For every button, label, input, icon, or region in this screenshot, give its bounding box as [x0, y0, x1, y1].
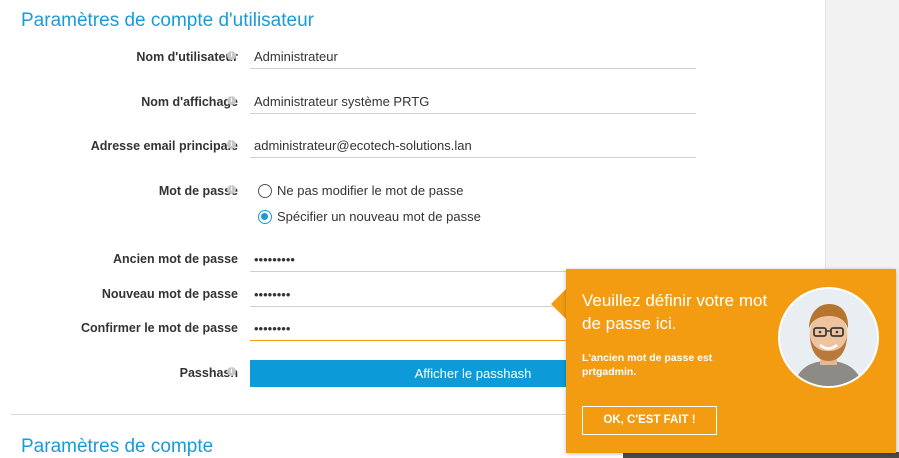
info-icon[interactable]: i: [227, 185, 236, 194]
tooltip-title: Veuillez définir votre mot de passe ici.: [582, 291, 768, 333]
info-icon[interactable]: i: [227, 51, 236, 60]
radio-new-password[interactable]: Spécifier un nouveau mot de passe: [258, 209, 481, 224]
old-password-field[interactable]: [250, 248, 568, 272]
radio-label: Ne pas modifier le mot de passe: [277, 183, 464, 198]
info-icon[interactable]: i: [227, 96, 236, 105]
tooltip-ok-button[interactable]: OK, C'EST FAIT !: [582, 406, 717, 435]
email-field[interactable]: [250, 134, 696, 158]
label-username: Nom d'utilisateur: [136, 50, 238, 64]
username-field[interactable]: [250, 45, 696, 69]
label-old-password: Ancien mot de passe: [112, 252, 238, 266]
radio-button[interactable]: [258, 183, 272, 198]
info-icon[interactable]: i: [227, 367, 236, 376]
tooltip-text: L'ancien mot de passe est prtgadmin.: [582, 352, 713, 378]
avatar-photo: [780, 289, 877, 386]
new-password-field[interactable]: [250, 283, 568, 307]
section-title-account-settings: Paramètres de compte: [21, 436, 214, 457]
section-title-user-settings: Paramètres de compte d'utilisateur: [21, 10, 314, 31]
radio-label: Spécifier un nouveau mot de passe: [277, 209, 481, 224]
display-name-field[interactable]: [250, 90, 696, 114]
password-hint-tooltip: Veuillez définir votre mot de passe ici.…: [566, 269, 896, 453]
radio-keep-password[interactable]: Ne pas modifier le mot de passe: [258, 183, 463, 198]
label-password: Mot de passe: [158, 184, 238, 198]
info-icon[interactable]: i: [227, 140, 236, 149]
label-display-name: Nom d'affichage: [141, 95, 238, 109]
confirm-password-field[interactable]: [250, 317, 568, 341]
avatar: [780, 289, 877, 386]
label-email: Adresse email principale: [90, 139, 238, 153]
label-confirm-password: Confirmer le mot de passe: [81, 321, 238, 335]
radio-button-checked[interactable]: [258, 209, 272, 224]
label-new-password: Nouveau mot de passe: [101, 287, 238, 301]
tooltip-arrow: [551, 289, 566, 319]
